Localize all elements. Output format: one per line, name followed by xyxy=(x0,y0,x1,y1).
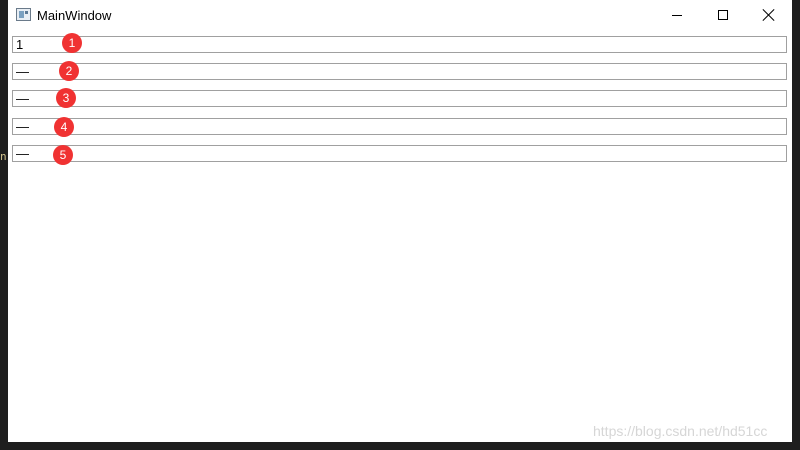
window-title: MainWindow xyxy=(37,8,112,23)
text-field-3[interactable]: — xyxy=(12,90,787,107)
close-icon xyxy=(763,9,775,21)
maximize-button[interactable] xyxy=(700,0,746,31)
annotation-marker-1: 1 xyxy=(62,33,82,53)
minimize-button[interactable] xyxy=(654,0,700,31)
window-app-icon[interactable] xyxy=(16,8,31,21)
text-field-value: — xyxy=(16,119,29,134)
title-bar[interactable]: MainWindow xyxy=(8,0,792,31)
annotation-marker-2: 2 xyxy=(59,61,79,81)
watermark-text: https://blog.csdn.net/hd51cc xyxy=(593,423,768,439)
minimize-icon xyxy=(672,15,682,16)
background-editor-text: n' xyxy=(0,150,8,163)
main-window: MainWindow 1 — — — — 1 2 3 4 5 https://b… xyxy=(8,0,792,442)
close-button[interactable] xyxy=(746,0,792,31)
text-field-value: — xyxy=(16,64,29,79)
annotation-marker-4: 4 xyxy=(54,117,74,137)
text-field-4[interactable]: — xyxy=(12,118,787,135)
text-field-1[interactable]: 1 xyxy=(12,36,787,53)
text-field-5[interactable]: — xyxy=(12,145,787,162)
annotation-marker-5: 5 xyxy=(53,145,73,165)
maximize-icon xyxy=(718,10,728,20)
text-field-value: 1 xyxy=(16,37,24,52)
annotation-marker-3: 3 xyxy=(56,88,76,108)
text-field-2[interactable]: — xyxy=(12,63,787,80)
text-field-value: — xyxy=(16,91,29,106)
text-field-value: — xyxy=(16,146,29,161)
